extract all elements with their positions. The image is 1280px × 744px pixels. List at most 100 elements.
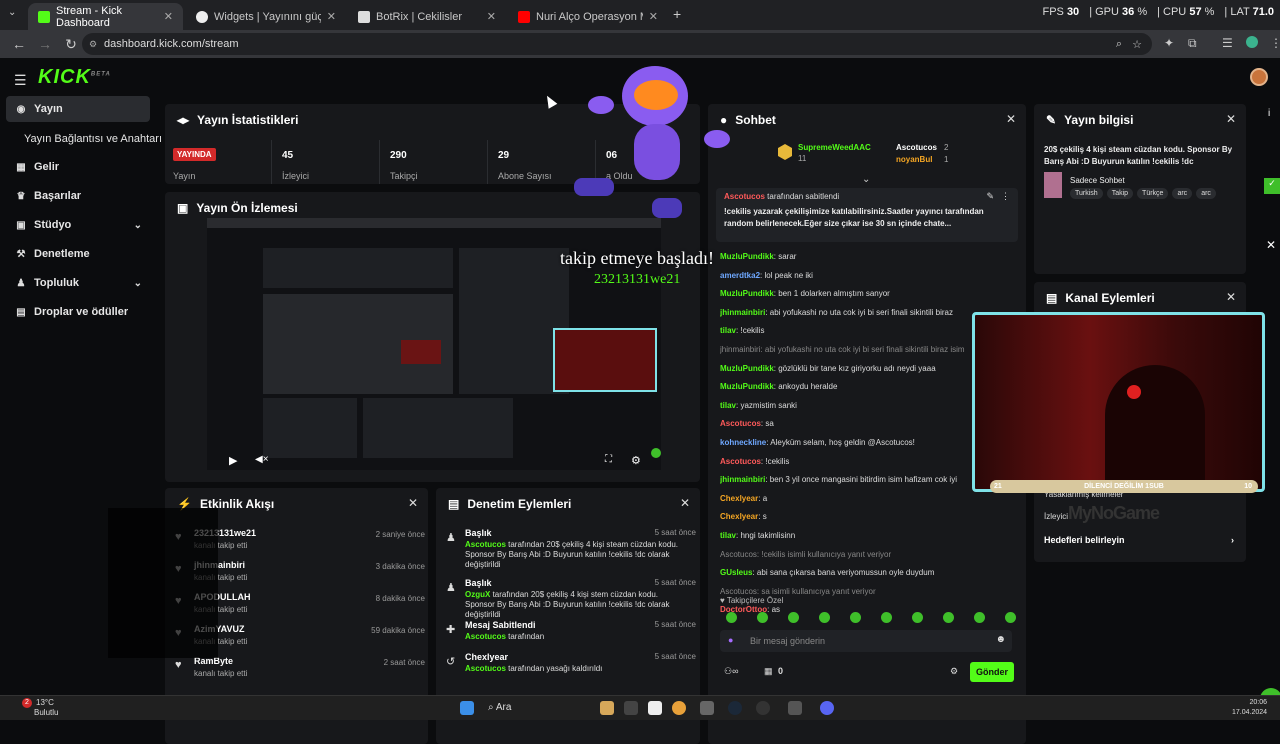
preview-cam-inner xyxy=(401,340,441,364)
play-icon[interactable]: ▶ xyxy=(229,454,237,467)
bookmark-icon[interactable]: ☆ xyxy=(1132,38,1142,51)
settings-icon[interactable]: ⚙ xyxy=(631,454,641,467)
close-icon[interactable]: ✕ xyxy=(680,496,690,510)
tab-search-button[interactable]: ⌄ xyxy=(8,7,16,18)
sidebar-item-topluluk[interactable]: ♟ Topluluk ⌄ xyxy=(6,270,150,296)
windows-start-icon[interactable] xyxy=(460,701,474,715)
gift-icon[interactable]: ▦ xyxy=(764,666,773,677)
sidebar-item-gelir[interactable]: ▦ Gelir xyxy=(6,154,150,180)
discord-icon[interactable] xyxy=(820,701,834,715)
new-tab-button[interactable]: + xyxy=(673,6,681,22)
emote-icon[interactable] xyxy=(1005,612,1016,623)
pin-icon[interactable]: ✎ xyxy=(986,191,994,202)
hamburger-menu-icon[interactable]: ☰ xyxy=(14,72,27,89)
fullscreen-icon[interactable]: ⛶ xyxy=(605,454,612,465)
sidebar-item-denetleme[interactable]: ⚒ Denetleme xyxy=(6,241,150,267)
app-icon[interactable] xyxy=(700,701,714,715)
mute-icon[interactable]: ◀× xyxy=(255,454,269,465)
chat-username[interactable]: MuzluPundikk xyxy=(720,252,774,261)
puzzle-icon[interactable]: ⧉ xyxy=(1188,36,1197,51)
emote-icon[interactable] xyxy=(726,612,737,623)
chrome-icon[interactable] xyxy=(672,701,686,715)
chat-username[interactable]: kohneckline xyxy=(720,438,766,447)
channel-item[interactable]: Hedefleri belirleyin › xyxy=(1044,535,1234,545)
tag-chip[interactable]: Türkçe xyxy=(1137,188,1169,199)
avatar[interactable] xyxy=(1250,68,1268,86)
chat-username[interactable]: MuzluPundikk xyxy=(720,364,774,373)
chat-username[interactable]: GUsleus xyxy=(720,568,752,577)
tab-botrix[interactable]: BotRix | Cekilisler ✕ xyxy=(348,3,506,30)
chat-username[interactable]: MuzluPundikk xyxy=(720,382,774,391)
sidebar-item-basarilar[interactable]: ♛ Başarılar xyxy=(6,183,150,209)
chat-input[interactable]: ● Bir mesaj gönderin ☻ xyxy=(720,630,1012,652)
close-icon[interactable]: ✕ xyxy=(487,10,496,23)
tab-youtube[interactable]: Nuri Alço Operasyon Müziği ✕ xyxy=(508,3,668,30)
kick-logo[interactable]: KICKBETA xyxy=(38,66,111,89)
chat-username[interactable]: jhinmainbiri xyxy=(720,475,765,484)
close-icon[interactable]: ✕ xyxy=(1006,112,1016,126)
emote-icon[interactable] xyxy=(788,612,799,623)
close-icon[interactable]: ✕ xyxy=(1226,112,1236,126)
close-icon[interactable]: ✕ xyxy=(408,496,418,510)
check-icon[interactable]: ✓ xyxy=(1264,178,1280,194)
settings-icon[interactable]: ⚙ xyxy=(950,666,958,677)
url-field[interactable]: ⚙ dashboard.kick.com/stream ⌕ ☆ xyxy=(82,33,1152,55)
emote-icon[interactable] xyxy=(881,612,892,623)
weather-widget[interactable]: 2 13°C Bulutlu xyxy=(22,698,58,718)
chat-username[interactable]: MuzluPundikk xyxy=(720,289,774,298)
site-info-icon[interactable]: ⚙ xyxy=(89,39,97,50)
emote-icon[interactable] xyxy=(943,612,954,623)
emote-icon[interactable] xyxy=(974,612,985,623)
sidebar-item-droplar[interactable]: ▤ Droplar ve ödüller xyxy=(6,299,150,325)
emote-icon[interactable] xyxy=(757,612,768,623)
emote-icon[interactable] xyxy=(912,612,923,623)
app-icon[interactable] xyxy=(788,701,802,715)
chat-username[interactable]: Ascotucos xyxy=(720,419,761,428)
info-icon[interactable]: i xyxy=(1268,108,1270,119)
obs-icon[interactable] xyxy=(756,701,770,715)
tag-chip[interactable]: arc xyxy=(1172,188,1193,199)
chat-username[interactable]: tilav xyxy=(720,531,736,540)
chat-username[interactable]: Chexlyear xyxy=(720,512,758,521)
emote-icon[interactable] xyxy=(850,612,861,623)
back-icon[interactable]: ← xyxy=(12,36,26,52)
close-icon[interactable]: ✕ xyxy=(327,10,336,23)
taskbar-clock[interactable]: 20:06 17.04.2024 xyxy=(1232,698,1267,718)
tab-widgets[interactable]: Widgets | Yayınını güçlendirme ✕ xyxy=(186,3,346,30)
sidebar-item-yayin[interactable]: ◉ Yayın xyxy=(6,96,150,122)
users-icon[interactable]: ⚇∞ xyxy=(724,666,738,677)
steam-icon[interactable] xyxy=(728,701,742,715)
taskbar-search[interactable]: ⌕ Ara xyxy=(488,702,511,713)
send-button[interactable]: Gönder xyxy=(970,662,1014,682)
extension-icon[interactable]: ✦ xyxy=(1164,36,1174,50)
chat-username[interactable]: jhinmainbiri xyxy=(720,308,765,317)
emote-icon[interactable] xyxy=(819,612,830,623)
chat-username[interactable]: tilav xyxy=(720,401,736,410)
emoji-icon[interactable]: ☻ xyxy=(995,634,1006,645)
forward-icon[interactable]: → xyxy=(38,36,52,52)
tag-chip[interactable]: Turkish xyxy=(1070,188,1103,199)
close-icon[interactable]: ✕ xyxy=(649,10,658,23)
explorer-icon[interactable] xyxy=(648,701,662,715)
reload-icon[interactable]: ↻ xyxy=(64,36,78,53)
taskview-icon[interactable] xyxy=(600,701,614,715)
app-icon[interactable] xyxy=(624,701,638,715)
sidebar-item-studyo[interactable]: ▣ Stüdyo ⌄ xyxy=(6,212,150,238)
tag-chip[interactable]: arc xyxy=(1196,188,1216,199)
chevron-down-icon[interactable]: ⌄ xyxy=(862,174,870,185)
tab-kick-dashboard[interactable]: Stream - Kick Dashboard ✕ xyxy=(28,3,183,30)
sidebar-item-stream-key[interactable]: Yayın Bağlantısı ve Anahtarı xyxy=(6,126,162,152)
close-icon[interactable]: ✕ xyxy=(164,10,173,23)
zoom-icon[interactable]: ⌕ xyxy=(1116,38,1122,51)
close-icon[interactable]: ✕ xyxy=(1226,290,1236,304)
chat-username[interactable]: amerdtka2 xyxy=(720,271,760,280)
more-icon[interactable]: ⋮ xyxy=(1001,191,1010,202)
close-icon[interactable]: ✕ xyxy=(1266,238,1276,252)
chat-username[interactable]: tilav xyxy=(720,326,736,335)
chat-username[interactable]: Chexlyear xyxy=(720,494,758,503)
more-icon[interactable]: ⋮ xyxy=(1270,36,1280,50)
reading-list-icon[interactable]: ☰ xyxy=(1222,36,1233,50)
chat-username[interactable]: Ascotucos xyxy=(720,457,761,466)
tag-chip[interactable]: Takip xyxy=(1106,188,1134,199)
profile-icon[interactable] xyxy=(1246,36,1258,48)
